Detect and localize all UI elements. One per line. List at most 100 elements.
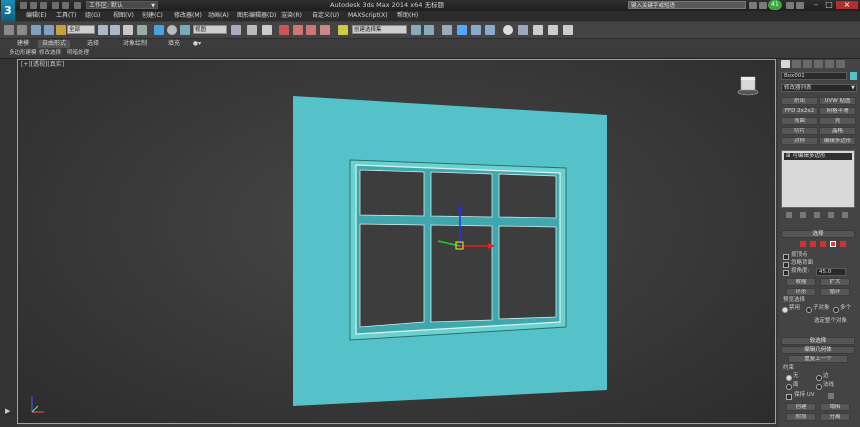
search-input[interactable]: 键入关键字或短语 [628,1,746,9]
create-tab-icon[interactable] [781,60,790,68]
rendered-frame-window-icon[interactable] [533,25,543,35]
display-tab-icon[interactable] [825,60,834,68]
polygon-mode-icon[interactable] [830,241,836,247]
constraint-normal-radio[interactable] [816,384,822,390]
select-object-icon[interactable] [98,25,108,35]
graphite-toggle-icon[interactable] [457,25,467,35]
preserve-uv-settings-icon[interactable] [828,393,834,399]
maximize-button[interactable]: □ [823,1,835,9]
grow-button[interactable]: 扩大 [820,278,850,286]
render-setup-icon[interactable] [518,25,528,35]
align-icon[interactable] [424,25,434,35]
undo-icon[interactable] [52,2,59,9]
select-and-scale-icon[interactable] [180,25,190,35]
keyboard-shortcut-icon[interactable] [262,25,272,35]
menu-create[interactable]: 创建(C) [142,11,163,21]
material-editor-icon[interactable] [503,25,513,35]
select-and-rotate-icon[interactable] [167,25,177,35]
minimize-button[interactable]: – [810,1,822,9]
slice-button[interactable]: 切片 [781,127,818,135]
spinner-snap-icon[interactable] [320,25,330,35]
configure-modifier-sets-icon[interactable] [842,212,848,218]
menu-edit[interactable]: 编辑(E) [26,11,46,21]
undo-toolbar-icon[interactable] [4,25,14,35]
selection-filter-dropdown[interactable]: 全部 [67,25,95,34]
close-button[interactable]: × [836,1,858,9]
menu-views[interactable]: 视图(V) [113,11,134,21]
remove-modifier-icon[interactable] [828,212,834,218]
modify-selection-item[interactable]: 修改选择 [39,49,61,58]
select-manipulate-icon[interactable] [247,25,257,35]
tab-populate[interactable]: 填充 [162,40,186,48]
tab-object-paint[interactable]: 对象绘制 [116,40,154,48]
select-and-move-icon[interactable] [154,25,164,35]
project-folder-icon[interactable] [74,2,81,9]
select-and-link-icon[interactable] [31,25,41,35]
menu-help[interactable]: 帮助(H) [397,11,418,21]
pin-stack-icon[interactable] [786,212,792,218]
schematic-view-icon[interactable] [485,25,495,35]
polygon-modeling-item[interactable]: 多边形建模 [9,49,37,58]
perspective-viewport[interactable]: [+][透视][真实] [17,59,776,424]
edit-named-selection-icon[interactable] [338,25,348,35]
edge-mode-icon[interactable] [810,241,816,247]
menu-maxscript[interactable]: MAXScript(X) [348,11,388,21]
edit-poly-button[interactable]: 编辑多边形 [819,137,856,145]
constraint-edge-radio[interactable] [816,375,822,381]
attach-button[interactable]: 附加 [786,413,816,421]
element-mode-icon[interactable] [840,241,846,247]
shrink-button[interactable]: 收缩 [786,278,816,286]
tab-freeform[interactable]: 自由形式 [38,40,70,48]
utilities-tab-icon[interactable] [836,60,845,68]
menu-animation[interactable]: 动画(A) [208,11,229,21]
ignore-backfacing-checkbox[interactable] [783,262,789,268]
soft-selection-rollout-header[interactable]: 软选择 [781,337,855,345]
shading-item[interactable]: 明暗处理 [67,49,89,58]
reference-coordinate-dropdown[interactable]: 视图 [193,25,227,34]
modify-tab-icon[interactable] [792,60,801,68]
render-iterative-icon[interactable] [563,25,573,35]
bind-space-warp-icon[interactable] [56,25,66,35]
bend-button[interactable]: 弯曲 [781,117,818,125]
tab-selection[interactable]: 选择 [80,40,106,48]
extrude-button[interactable]: 挤出 [781,97,818,105]
rectangular-selection-icon[interactable] [123,25,133,35]
layer-manager-icon[interactable] [442,25,452,35]
object-name-field[interactable]: Box001 [781,72,847,80]
expand-arrow-icon[interactable]: ▶ [5,408,11,415]
shell-button[interactable]: 壳 [819,117,856,125]
edit-geometry-rollout-header[interactable]: 编辑几何体 [781,346,855,354]
menu-modifiers[interactable]: 修改器(M) [174,11,202,21]
pivot-center-icon[interactable] [231,25,241,35]
angle-snap-icon[interactable] [293,25,303,35]
constraint-face-radio[interactable] [786,384,792,390]
preview-off-radio[interactable] [782,307,788,313]
named-selection-set-dropdown[interactable]: 创建选择集 [352,25,407,34]
modifier-list-dropdown[interactable]: 修改器列表 ▼ [781,84,857,92]
menu-rendering[interactable]: 渲染(R) [281,11,302,21]
search-icon[interactable] [749,2,757,9]
symmetry-button[interactable]: 对称 [781,137,818,145]
preserve-uv-checkbox[interactable] [786,394,792,400]
show-end-result-icon[interactable] [800,212,806,218]
subscription-icon[interactable] [759,2,767,9]
create-button[interactable]: 创建 [786,403,816,411]
new-file-icon[interactable] [20,2,27,9]
menu-graph-editors[interactable]: 图形编辑器(D) [237,11,276,21]
modifier-stack[interactable]: ⊞ 可编辑多边形 [781,150,855,208]
vertex-mode-icon[interactable] [800,241,806,247]
render-production-icon[interactable] [548,25,558,35]
stack-item-editable-poly[interactable]: ⊞ 可编辑多边形 [784,153,852,160]
collapse-button[interactable]: 塌陷 [820,403,850,411]
help-icon[interactable] [796,2,804,9]
motion-tab-icon[interactable] [814,60,823,68]
menu-group[interactable]: 组(G) [85,11,100,21]
snaps-toggle-icon[interactable] [279,25,289,35]
make-unique-icon[interactable] [814,212,820,218]
selection-rollout-header[interactable]: 选择 [781,230,855,238]
percent-snap-icon[interactable] [306,25,316,35]
app-logo-icon[interactable]: 3 [1,0,15,22]
select-by-name-icon[interactable] [110,25,120,35]
window-crossing-icon[interactable] [137,25,147,35]
loop-button[interactable]: 循环 [820,288,850,296]
